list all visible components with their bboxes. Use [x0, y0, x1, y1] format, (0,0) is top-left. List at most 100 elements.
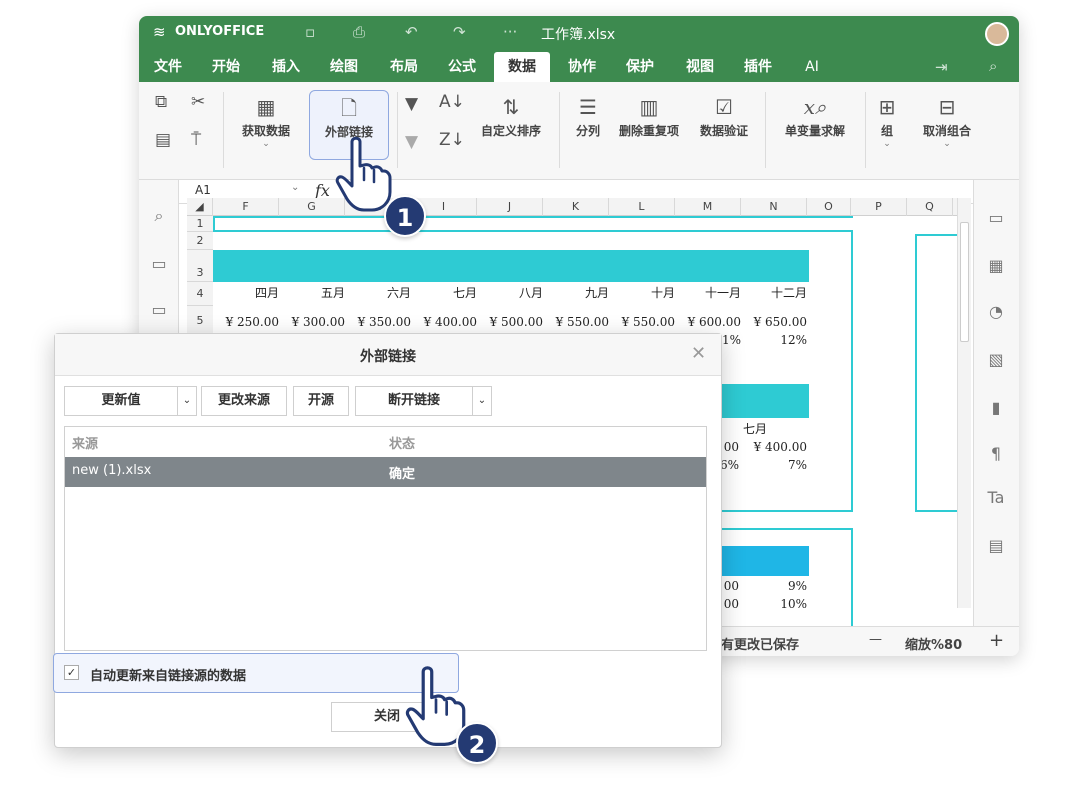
copy-icon[interactable]: ⧉: [155, 92, 167, 112]
undo-icon[interactable]: ↶: [405, 23, 418, 41]
percent-cell[interactable]: 7%: [743, 458, 807, 472]
column-header[interactable]: K: [543, 198, 609, 216]
percent-cell[interactable]: 10%: [743, 597, 807, 611]
clear-filter-icon[interactable]: ▼: [405, 132, 418, 152]
avatar[interactable]: [985, 22, 1009, 46]
column-header[interactable]: P: [851, 198, 907, 216]
column-header[interactable]: Q: [907, 198, 953, 216]
column-header[interactable]: M: [675, 198, 741, 216]
tab-home[interactable]: 开始: [201, 52, 251, 82]
select-all-corner[interactable]: ◢: [187, 198, 213, 216]
amount-cell[interactable]: ¥ 600.00: [677, 315, 741, 329]
tab-formula[interactable]: 公式: [437, 52, 487, 82]
scroll-thumb[interactable]: [960, 222, 969, 342]
column-header[interactable]: F: [213, 198, 279, 216]
chart-settings-icon[interactable]: ▮: [976, 398, 1016, 417]
tab-plugins[interactable]: 插件: [733, 52, 783, 82]
save-icon[interactable]: ▫: [305, 23, 315, 41]
column-header[interactable]: N: [741, 198, 807, 216]
chevron-down-icon[interactable]: ⌄: [291, 182, 299, 193]
month-cell[interactable]: 九月: [545, 284, 609, 301]
row-header[interactable]: 1: [187, 216, 213, 232]
month-cell[interactable]: 七月: [413, 284, 477, 301]
tab-collaboration[interactable]: 协作: [557, 52, 607, 82]
paste-icon[interactable]: ▤: [155, 130, 171, 150]
break-link-button[interactable]: 断开链接: [355, 386, 473, 416]
text-art-icon[interactable]: Ta: [976, 488, 1016, 507]
vertical-scrollbar[interactable]: [957, 198, 971, 608]
open-location-icon[interactable]: ⇥: [935, 58, 948, 76]
data-validation-button[interactable]: ☑ 数据验证: [693, 92, 755, 139]
list-item[interactable]: new (1).xlsx 确定: [65, 457, 706, 487]
cell-reference[interactable]: A1: [195, 183, 211, 197]
tab-view[interactable]: 视图: [675, 52, 725, 82]
goal-seek-button[interactable]: x⌕ 单变量求解: [775, 92, 855, 139]
chat-icon[interactable]: ▭: [139, 300, 179, 319]
comments-icon[interactable]: ▭: [139, 254, 179, 273]
tab-protection[interactable]: 保护: [615, 52, 665, 82]
print-icon[interactable]: ⎙: [353, 23, 365, 41]
tab-draw[interactable]: 绘图: [319, 52, 369, 82]
selected-cell-a1[interactable]: [213, 216, 853, 232]
sort-ascending-icon[interactable]: A↓: [439, 92, 465, 112]
amount-cell[interactable]: ¥ 550.00: [611, 315, 675, 329]
month-cell[interactable]: 七月: [743, 420, 783, 437]
text-to-columns-button[interactable]: ☰ 分列: [569, 92, 607, 139]
search-icon[interactable]: ⌕: [989, 57, 997, 75]
zoom-level[interactable]: 缩放%80: [905, 634, 962, 653]
checkbox[interactable]: ✓: [64, 665, 79, 680]
update-values-button[interactable]: 更新值: [64, 386, 178, 416]
paragraph-settings-icon[interactable]: ¶: [976, 444, 1016, 463]
amount-cell[interactable]: ¥ 550.00: [545, 315, 609, 329]
table-settings-icon[interactable]: ▦: [976, 256, 1016, 275]
row-header[interactable]: 3: [187, 250, 213, 282]
sort-descending-icon[interactable]: Z↓: [439, 130, 465, 150]
zoom-in-button[interactable]: +: [989, 630, 1004, 651]
month-cell[interactable]: 十月: [611, 284, 675, 301]
remove-duplicates-button[interactable]: ▥ 删除重复项: [613, 92, 685, 139]
pivot-settings-icon[interactable]: ▤: [976, 536, 1016, 555]
column-header[interactable]: L: [609, 198, 675, 216]
month-cell[interactable]: 十二月: [743, 284, 807, 301]
change-source-button[interactable]: 更改来源: [201, 386, 287, 416]
month-cell[interactable]: 十一月: [677, 284, 741, 301]
percent-cell[interactable]: 9%: [743, 579, 807, 593]
tab-layout[interactable]: 布局: [379, 52, 429, 82]
amount-cell[interactable]: ¥ 500.00: [479, 315, 543, 329]
month-cell[interactable]: 六月: [347, 284, 411, 301]
row-header[interactable]: 2: [187, 232, 213, 250]
find-icon[interactable]: ⌕: [139, 206, 179, 226]
break-link-dropdown[interactable]: ⌄: [472, 386, 492, 416]
open-source-button[interactable]: 开源: [293, 386, 349, 416]
column-header[interactable]: J: [477, 198, 543, 216]
amount-cell[interactable]: ¥ 350.00: [347, 315, 411, 329]
cell-settings-icon[interactable]: ▭: [976, 208, 1016, 227]
row-header[interactable]: 5: [187, 306, 213, 336]
format-painter-icon[interactable]: ⍑: [191, 130, 201, 150]
more-icon[interactable]: ···: [503, 23, 517, 41]
row-header[interactable]: 4: [187, 282, 213, 306]
column-header[interactable]: O: [807, 198, 851, 216]
month-cell[interactable]: 五月: [281, 284, 345, 301]
group-button[interactable]: ⊞ 组 ⌄: [873, 92, 901, 149]
custom-sort-button[interactable]: ⇅ 自定义排序: [473, 92, 549, 139]
redo-icon[interactable]: ↷: [453, 23, 466, 41]
tab-file[interactable]: 文件: [143, 52, 193, 82]
amount-cell[interactable]: ¥ 400.00: [413, 315, 477, 329]
amount-cell[interactable]: ¥ 250.00: [215, 315, 279, 329]
update-values-dropdown[interactable]: ⌄: [177, 386, 197, 416]
amount-cell[interactable]: ¥ 400.00: [743, 440, 807, 454]
get-data-button[interactable]: ▦ 获取数据 ⌄: [235, 92, 297, 149]
close-icon[interactable]: ✕: [691, 343, 706, 364]
amount-cell[interactable]: ¥ 300.00: [281, 315, 345, 329]
tab-data[interactable]: 数据: [494, 52, 550, 82]
tab-insert[interactable]: 插入: [261, 52, 311, 82]
zoom-out-button[interactable]: —: [869, 632, 882, 647]
tab-ai[interactable]: AI: [787, 52, 837, 82]
ungroup-button[interactable]: ⊟ 取消组合 ⌄: [909, 92, 985, 149]
month-cell[interactable]: 八月: [479, 284, 543, 301]
amount-cell[interactable]: ¥ 650.00: [743, 315, 807, 329]
filter-icon[interactable]: ▼: [405, 94, 418, 114]
shape-settings-icon[interactable]: ◔: [976, 302, 1016, 321]
cut-icon[interactable]: ✂: [191, 92, 205, 112]
